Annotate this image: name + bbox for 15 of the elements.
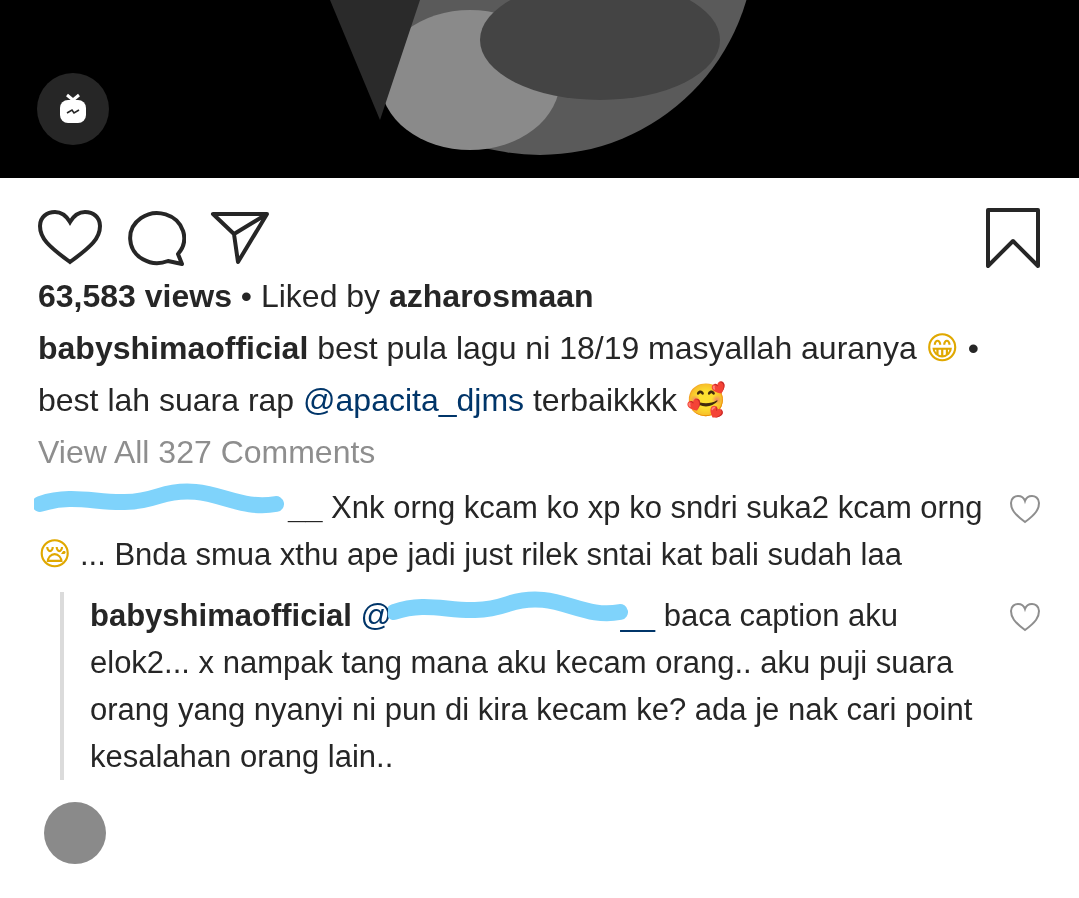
emoji: 🥰 [685, 381, 726, 419]
liked-by-label: Liked by [260, 278, 381, 314]
comment-icon[interactable] [126, 210, 186, 266]
comment-text: __ Xnk orng kcam ko xp ko sndri suka2 kcam orng 😪 ... Bnda smua xthu ape jadi just rilek sntai kat bali sudah laa [38, 484, 997, 578]
caption: babyshimaofficial best pula lagu ni 18/19 masyallah auranya 😁 • best lah suara rap @apacita_djms terbaikkkk 🥰 [38, 328, 981, 421]
emoji: 😁 [925, 329, 959, 367]
heart-icon[interactable] [38, 210, 102, 266]
view-count: 63,583 views [38, 278, 232, 314]
tv-icon [58, 93, 88, 125]
share-icon[interactable] [210, 210, 270, 266]
separator-dot: • [240, 278, 253, 314]
comment-text: babyshimaofficial @ __ baca caption aku elok2... x nampak tang mana aku kecam orang.. aku puji suara orang yang nyanyi ni pun di kira kecam ke? ada je nak cari point kesalahan orang lain.. [90, 592, 997, 780]
emoji: 😪 [38, 535, 72, 573]
bookmark-icon[interactable] [985, 207, 1041, 269]
liked-by-username[interactable]: azharosmaan [389, 278, 594, 314]
